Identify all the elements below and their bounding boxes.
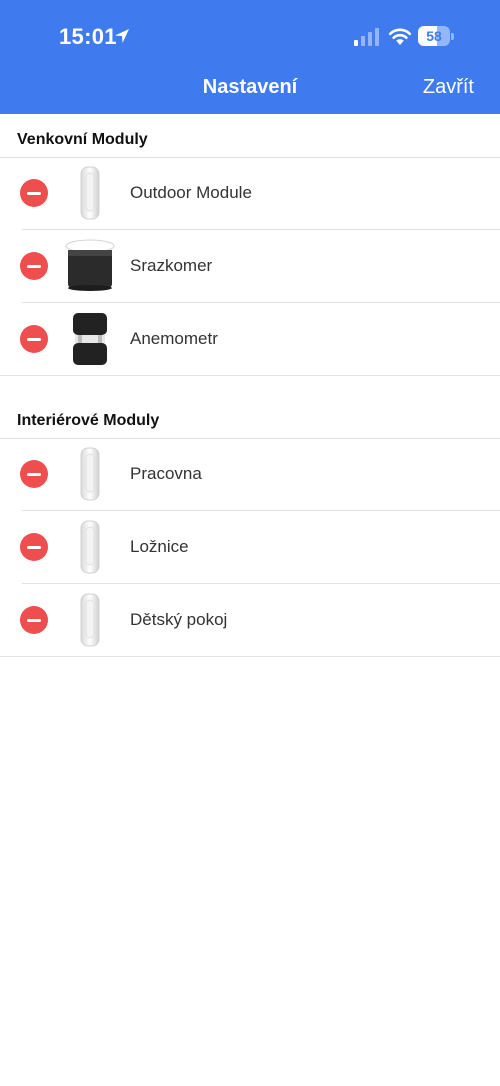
cellular-signal-icon	[354, 28, 379, 46]
outdoor-module-image	[80, 166, 100, 220]
delete-button[interactable]	[20, 533, 48, 561]
status-time: 15:01	[59, 24, 117, 49]
delete-button[interactable]	[20, 252, 48, 280]
divider	[0, 375, 500, 376]
divider	[0, 656, 500, 657]
module-name: Outdoor Module	[130, 183, 252, 202]
list-item[interactable]: Pracovna	[0, 438, 500, 510]
indoor-module-image	[80, 593, 100, 647]
battery-percentage: 58	[426, 28, 442, 44]
list-item[interactable]: Ložnice	[0, 511, 500, 583]
delete-button[interactable]	[20, 325, 48, 353]
section-header-outdoor: Venkovní Moduly	[17, 131, 148, 148]
wifi-icon	[388, 28, 412, 45]
delete-button[interactable]	[20, 606, 48, 634]
module-name: Dětský pokoj	[130, 610, 228, 629]
indoor-module-image	[80, 447, 100, 501]
module-name: Pracovna	[130, 464, 202, 483]
list-item[interactable]: Outdoor Module	[0, 157, 500, 229]
app-header: 15:01 58 Nastavení Zavřít	[0, 0, 500, 114]
delete-button[interactable]	[20, 179, 48, 207]
module-name: Anemometr	[130, 329, 218, 348]
close-button[interactable]: Zavřít	[423, 76, 474, 99]
location-arrow-icon	[115, 29, 129, 43]
list-item[interactable]: Dětský pokoj	[0, 584, 500, 656]
module-name: Srazkomer	[130, 256, 213, 275]
rain-gauge-image	[65, 239, 115, 291]
delete-button[interactable]	[20, 460, 48, 488]
section-header-indoor: Interiérové Moduly	[17, 412, 160, 429]
battery-indicator: 58	[418, 26, 454, 46]
indoor-module-image	[80, 520, 100, 574]
anemometer-image	[73, 313, 107, 365]
list-item[interactable]: Srazkomer	[0, 230, 500, 302]
list-item[interactable]: Anemometr	[0, 303, 500, 375]
module-name: Ložnice	[130, 537, 189, 556]
